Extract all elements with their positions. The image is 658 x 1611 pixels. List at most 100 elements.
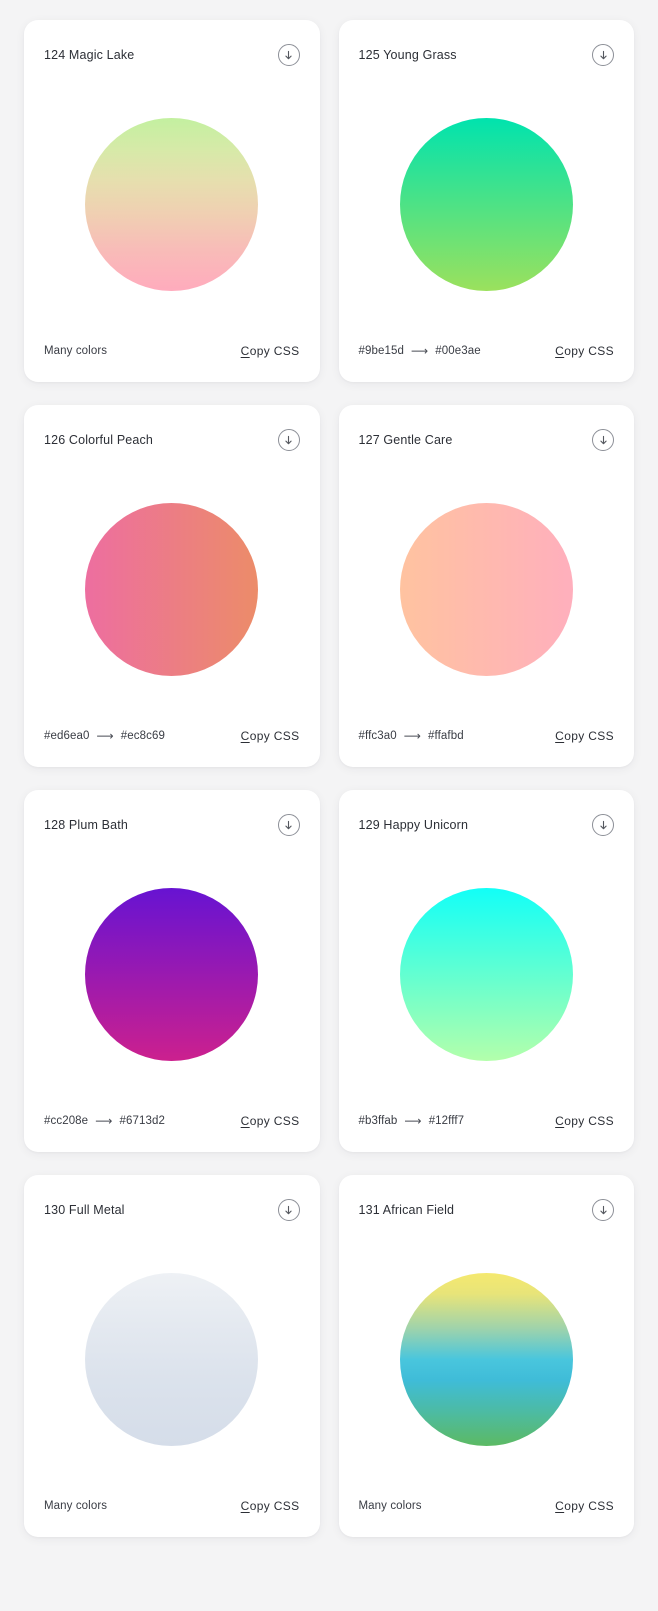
swatch-area: [359, 68, 615, 340]
gradient-colors: Many colors: [44, 1500, 107, 1512]
card-title: 128 Plum Bath: [44, 817, 128, 832]
gradient-color-to: #00e3ae: [435, 345, 481, 357]
gradient-color-to: #ec8c69: [120, 730, 165, 742]
gradient-colors: #9be15d ⟶ #00e3ae: [359, 344, 481, 358]
download-circle-icon[interactable]: [592, 44, 614, 66]
gradient-color-to: #6713d2: [119, 1115, 165, 1127]
gradient-color-from: #ed6ea0: [44, 730, 90, 742]
swatch-area: [44, 838, 300, 1110]
gradient-swatch: [85, 887, 259, 1061]
gradient-card[interactable]: 126 Colorful Peach #ed6ea0 ⟶ #ec8c69 Copy …: [24, 405, 320, 767]
copy-css-button[interactable]: Copy CSS: [555, 344, 614, 358]
copy-css-accesskey: C: [240, 729, 250, 743]
swatch-area: [359, 1223, 615, 1495]
swatch-area: [44, 1223, 300, 1495]
card-title: 126 Colorful Peach: [44, 432, 154, 447]
arrow-right-icon: ⟶: [403, 728, 422, 743]
arrow-right-icon: ⟶: [404, 1113, 422, 1128]
card-title: 130 Full Metal: [44, 1202, 125, 1217]
gradient-card[interactable]: 131 African Field Many colors Copy CSS: [338, 1175, 634, 1537]
card-header: 124 Magic Lake: [44, 42, 300, 68]
card-footer: #b3ffab ⟶ #12fff7 Copy CSS: [359, 1110, 615, 1132]
copy-css-accesskey: C: [555, 1499, 565, 1513]
copy-css-label: opy CSS: [564, 729, 614, 743]
copy-css-accesskey: C: [555, 1114, 565, 1128]
swatch-area: [44, 68, 300, 340]
copy-css-accesskey: C: [555, 729, 565, 743]
card-footer: #9be15d ⟶ #00e3ae Copy CSS: [359, 340, 615, 362]
gradient-colors: #ed6ea0 ⟶ #ec8c69: [44, 729, 165, 743]
copy-css-label: opy CSS: [249, 344, 300, 358]
card-footer: #ed6ea0 ⟶ #ec8c69 Copy CSS: [44, 725, 300, 747]
many-colors-label: Many colors: [358, 1500, 422, 1512]
gradient-colors: #cc208e ⟶ #6713d2: [44, 1114, 165, 1128]
download-circle-icon[interactable]: [592, 1199, 614, 1221]
card-header: 125 Young Grass: [359, 42, 614, 68]
card-title: 124 Magic Lake: [44, 47, 135, 62]
copy-css-label: opy CSS: [564, 1114, 614, 1128]
copy-css-button[interactable]: Copy CSS: [555, 729, 614, 743]
gradient-card[interactable]: 129 Happy Unicorn #b3ffab ⟶ #12fff7 Copy C…: [338, 790, 634, 1152]
card-header: 127 Gentle Care: [358, 427, 614, 453]
gradient-color-to: #ffafbd: [428, 730, 464, 742]
card-title: 131 African Field: [358, 1202, 455, 1217]
card-footer: Many colors Copy CSS: [359, 1495, 615, 1517]
gradient-color-from: #ffc3a0: [358, 730, 397, 742]
gradient-colors: #b3ffab ⟶ #12fff7: [359, 1114, 465, 1128]
download-circle-icon[interactable]: [277, 44, 300, 66]
card-footer: Many colors Copy CSS: [44, 1495, 300, 1517]
download-circle-icon[interactable]: [592, 814, 614, 836]
copy-css-button[interactable]: Copy CSS: [555, 1499, 614, 1513]
gradient-card[interactable]: 124 Magic Lake Many colors Copy CSS: [24, 20, 320, 382]
copy-css-accesskey: C: [240, 1114, 250, 1128]
gradient-color-to: #12fff7: [428, 1115, 465, 1127]
many-colors-label: Many colors: [44, 345, 108, 357]
card-header: 128 Plum Bath: [44, 812, 300, 838]
gradient-swatch: [399, 887, 573, 1061]
gradient-swatch: [399, 117, 573, 291]
card-footer: Many colors Copy CSS: [44, 340, 300, 362]
gradient-color-from: #cc208e: [44, 1115, 89, 1127]
arrow-right-icon: ⟶: [95, 1113, 113, 1128]
gradient-swatch: [399, 502, 573, 676]
copy-css-accesskey: C: [240, 344, 250, 358]
copy-css-button[interactable]: Copy CSS: [241, 729, 300, 743]
card-header: 126 Colorful Peach: [44, 427, 300, 453]
swatch-area: [359, 838, 615, 1110]
copy-css-accesskey: C: [240, 1499, 250, 1513]
card-header: 129 Happy Unicorn: [358, 812, 614, 838]
gradient-card[interactable]: 125 Young Grass #9be15d ⟶ #00e3ae Copy CSS: [338, 20, 634, 382]
card-title: 129 Happy Unicorn: [358, 817, 469, 832]
card-footer: #ffc3a0 ⟶ #ffafbd Copy CSS: [359, 725, 615, 747]
gradient-swatch: [85, 1272, 259, 1446]
download-circle-icon[interactable]: [277, 814, 300, 836]
arrow-right-icon: ⟶: [96, 728, 114, 743]
many-colors-label: Many colors: [44, 1500, 108, 1512]
card-header: 130 Full Metal: [44, 1197, 300, 1223]
copy-css-label: opy CSS: [249, 1499, 300, 1513]
copy-css-label: opy CSS: [249, 1114, 300, 1128]
card-footer: #cc208e ⟶ #6713d2 Copy CSS: [44, 1110, 300, 1132]
copy-css-button[interactable]: Copy CSS: [555, 1114, 614, 1128]
gradient-color-from: #b3ffab: [358, 1115, 398, 1127]
copy-css-accesskey: C: [555, 344, 565, 358]
gradient-colors: Many colors: [359, 1500, 422, 1512]
gradient-swatch: [85, 117, 259, 291]
download-circle-icon[interactable]: [277, 429, 300, 451]
card-header: 131 African Field: [358, 1197, 614, 1223]
copy-css-label: opy CSS: [564, 1499, 614, 1513]
copy-css-label: opy CSS: [564, 344, 614, 358]
copy-css-button[interactable]: Copy CSS: [241, 1499, 300, 1513]
download-circle-icon[interactable]: [277, 1199, 300, 1221]
gradient-card[interactable]: 130 Full Metal Many colors Copy CSS: [24, 1175, 320, 1537]
gradient-swatch: [85, 502, 259, 676]
download-circle-icon[interactable]: [592, 429, 614, 451]
copy-css-button[interactable]: Copy CSS: [241, 344, 300, 358]
gradient-colors: #ffc3a0 ⟶ #ffafbd: [359, 729, 464, 743]
card-title: 127 Gentle Care: [358, 432, 453, 447]
gradient-card[interactable]: 127 Gentle Care #ffc3a0 ⟶ #ffafbd Copy CSS: [338, 405, 634, 767]
copy-css-button[interactable]: Copy CSS: [241, 1114, 300, 1128]
gradient-card[interactable]: 128 Plum Bath #cc208e ⟶ #6713d2 Copy CSS: [24, 790, 320, 1152]
gradient-card-grid: 124 Magic Lake Many colors Copy CSS 125 …: [0, 0, 658, 1557]
arrow-right-icon: ⟶: [410, 343, 429, 358]
